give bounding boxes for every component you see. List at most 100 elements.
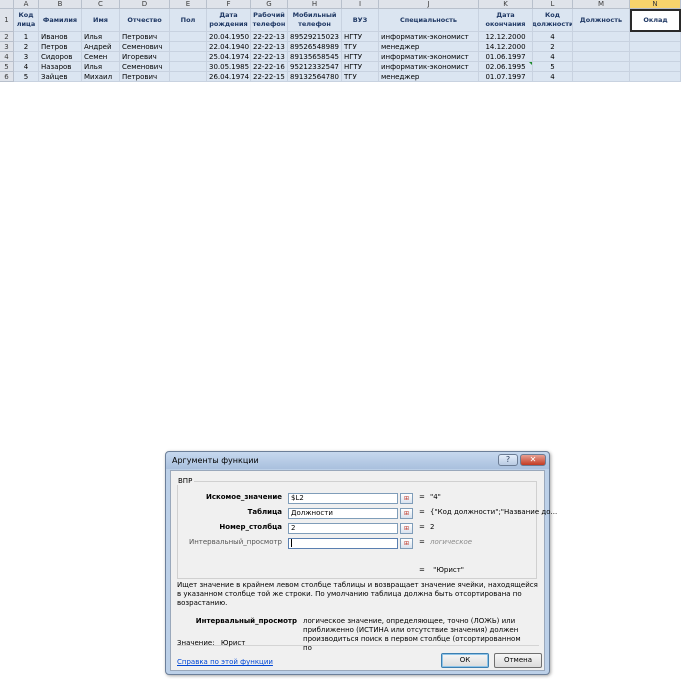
column-header-e[interactable]: E	[170, 0, 207, 9]
lookup-value-input[interactable]: $L2	[288, 493, 398, 504]
table-cell[interactable]: Назаров	[39, 62, 82, 72]
row-header[interactable]: 2	[0, 32, 14, 42]
column-header-c[interactable]: C	[82, 0, 120, 9]
table-cell[interactable]: ТГУ	[342, 72, 379, 82]
table-cell[interactable]	[630, 42, 681, 52]
table-cell[interactable]: 30.05.1985	[207, 62, 251, 72]
table-cell[interactable]: ТГУ	[342, 42, 379, 52]
table-cell[interactable]	[630, 32, 681, 42]
column-header-l[interactable]: L	[533, 0, 573, 9]
range-lookup-input[interactable]	[288, 538, 398, 549]
table-cell[interactable]: 4	[533, 72, 573, 82]
table-cell[interactable]: 5	[533, 62, 573, 72]
table-cell[interactable]: Михаил	[82, 72, 120, 82]
table-cell[interactable]: менеджер	[379, 42, 479, 52]
table-cell[interactable]: Зайцев	[39, 72, 82, 82]
column-header-i[interactable]: I	[342, 0, 379, 9]
table-cell[interactable]: 01.07.1997	[479, 72, 533, 82]
table-cell[interactable]: Семенович	[120, 62, 170, 72]
table-cell[interactable]: 22-22-13	[251, 32, 288, 42]
table-cell[interactable]: НГТУ	[342, 52, 379, 62]
header-cell[interactable]: Должность	[573, 9, 630, 32]
table-cell[interactable]: 25.04.1974	[207, 52, 251, 62]
table-cell[interactable]: 22-22-13	[251, 52, 288, 62]
collapse-dialog-icon[interactable]: ⊞	[400, 508, 413, 519]
table-cell[interactable]: 4	[14, 62, 39, 72]
table-cell[interactable]: Петров	[39, 42, 82, 52]
header-cell[interactable]: Код лица	[14, 9, 39, 32]
header-cell[interactable]: Рабочий телефон	[251, 9, 288, 32]
table-cell[interactable]: 2	[533, 42, 573, 52]
table-cell[interactable]: 12.12.2000	[479, 32, 533, 42]
table-cell[interactable]: 01.06.1997	[479, 52, 533, 62]
table-cell[interactable]: 22-22-15	[251, 72, 288, 82]
collapse-dialog-icon[interactable]: ⊞	[400, 493, 413, 504]
table-cell[interactable]	[573, 52, 630, 62]
collapse-dialog-icon[interactable]: ⊞	[400, 523, 413, 534]
table-cell[interactable]: 89132564780	[288, 72, 342, 82]
table-cell[interactable]	[573, 62, 630, 72]
row-header[interactable]: 5	[0, 62, 14, 72]
table-cell[interactable]: 2	[14, 42, 39, 52]
table-cell[interactable]	[630, 72, 681, 82]
row-header[interactable]: 6	[0, 72, 14, 82]
column-header-b[interactable]: B	[39, 0, 82, 9]
table-cell[interactable]	[573, 72, 630, 82]
select-all-corner[interactable]	[0, 0, 14, 9]
ok-button[interactable]: ОК	[441, 653, 489, 668]
table-cell[interactable]: 20.04.1950	[207, 32, 251, 42]
table-cell[interactable]: 5	[14, 72, 39, 82]
table-cell[interactable]: 14.12.2000	[479, 42, 533, 52]
row-header[interactable]: 1	[0, 9, 14, 32]
table-cell[interactable]: 89135658545	[288, 52, 342, 62]
table-cell[interactable]	[573, 42, 630, 52]
header-cell[interactable]: ВУЗ	[342, 9, 379, 32]
column-header-a[interactable]: A	[14, 0, 39, 9]
table-cell[interactable]: 3	[14, 52, 39, 62]
table-cell[interactable]	[170, 72, 207, 82]
table-cell[interactable]: 89529215023	[288, 32, 342, 42]
table-cell[interactable]	[170, 52, 207, 62]
table-cell[interactable]: Сидоров	[39, 52, 82, 62]
dialog-titlebar[interactable]: Аргументы функции ? ✕	[166, 452, 549, 469]
table-cell[interactable]: Игоревич	[120, 52, 170, 62]
close-button[interactable]: ✕	[520, 454, 546, 466]
table-cell[interactable]: 89526548989	[288, 42, 342, 52]
table-cell[interactable]: 22.04.1940	[207, 42, 251, 52]
table-cell[interactable]: 4	[533, 32, 573, 42]
table-cell[interactable]: Петрович	[120, 72, 170, 82]
table-cell[interactable]: менеджер	[379, 72, 479, 82]
function-help-link[interactable]: Справка по этой функции	[177, 658, 273, 666]
table-cell[interactable]	[573, 32, 630, 42]
header-cell[interactable]: Код должности	[533, 9, 573, 32]
table-cell[interactable]: 4	[533, 52, 573, 62]
column-header-h[interactable]: H	[288, 0, 342, 9]
table-cell[interactable]: 02.06.1995	[479, 62, 533, 72]
table-cell[interactable]: Илья	[82, 32, 120, 42]
table-cell[interactable]: НГТУ	[342, 62, 379, 72]
header-cell[interactable]: Оклад	[630, 9, 681, 32]
table-cell[interactable]: 26.04.1974	[207, 72, 251, 82]
table-cell[interactable]	[630, 62, 681, 72]
table-cell[interactable]: Андрей	[82, 42, 120, 52]
header-cell[interactable]: Пол	[170, 9, 207, 32]
header-cell[interactable]: Специальность	[379, 9, 479, 32]
column-header-m[interactable]: M	[573, 0, 630, 9]
cancel-button[interactable]: Отмена	[494, 653, 542, 668]
header-cell[interactable]: Фамилия	[39, 9, 82, 32]
table-cell[interactable]: 95212332547	[288, 62, 342, 72]
collapse-dialog-icon[interactable]: ⊞	[400, 538, 413, 549]
table-cell[interactable]: 22-22-16	[251, 62, 288, 72]
header-cell[interactable]: Дата рождения	[207, 9, 251, 32]
table-cell[interactable]	[170, 32, 207, 42]
table-cell[interactable]	[630, 52, 681, 62]
table-cell[interactable]	[170, 62, 207, 72]
table-cell[interactable]: Семен	[82, 52, 120, 62]
help-button[interactable]: ?	[498, 454, 518, 466]
table-cell[interactable]: Иванов	[39, 32, 82, 42]
table-input[interactable]: Должности	[288, 508, 398, 519]
row-header[interactable]: 3	[0, 42, 14, 52]
header-cell[interactable]: Отчество	[120, 9, 170, 32]
table-cell[interactable]: информатик-экономист	[379, 52, 479, 62]
column-header-d[interactable]: D	[120, 0, 170, 9]
